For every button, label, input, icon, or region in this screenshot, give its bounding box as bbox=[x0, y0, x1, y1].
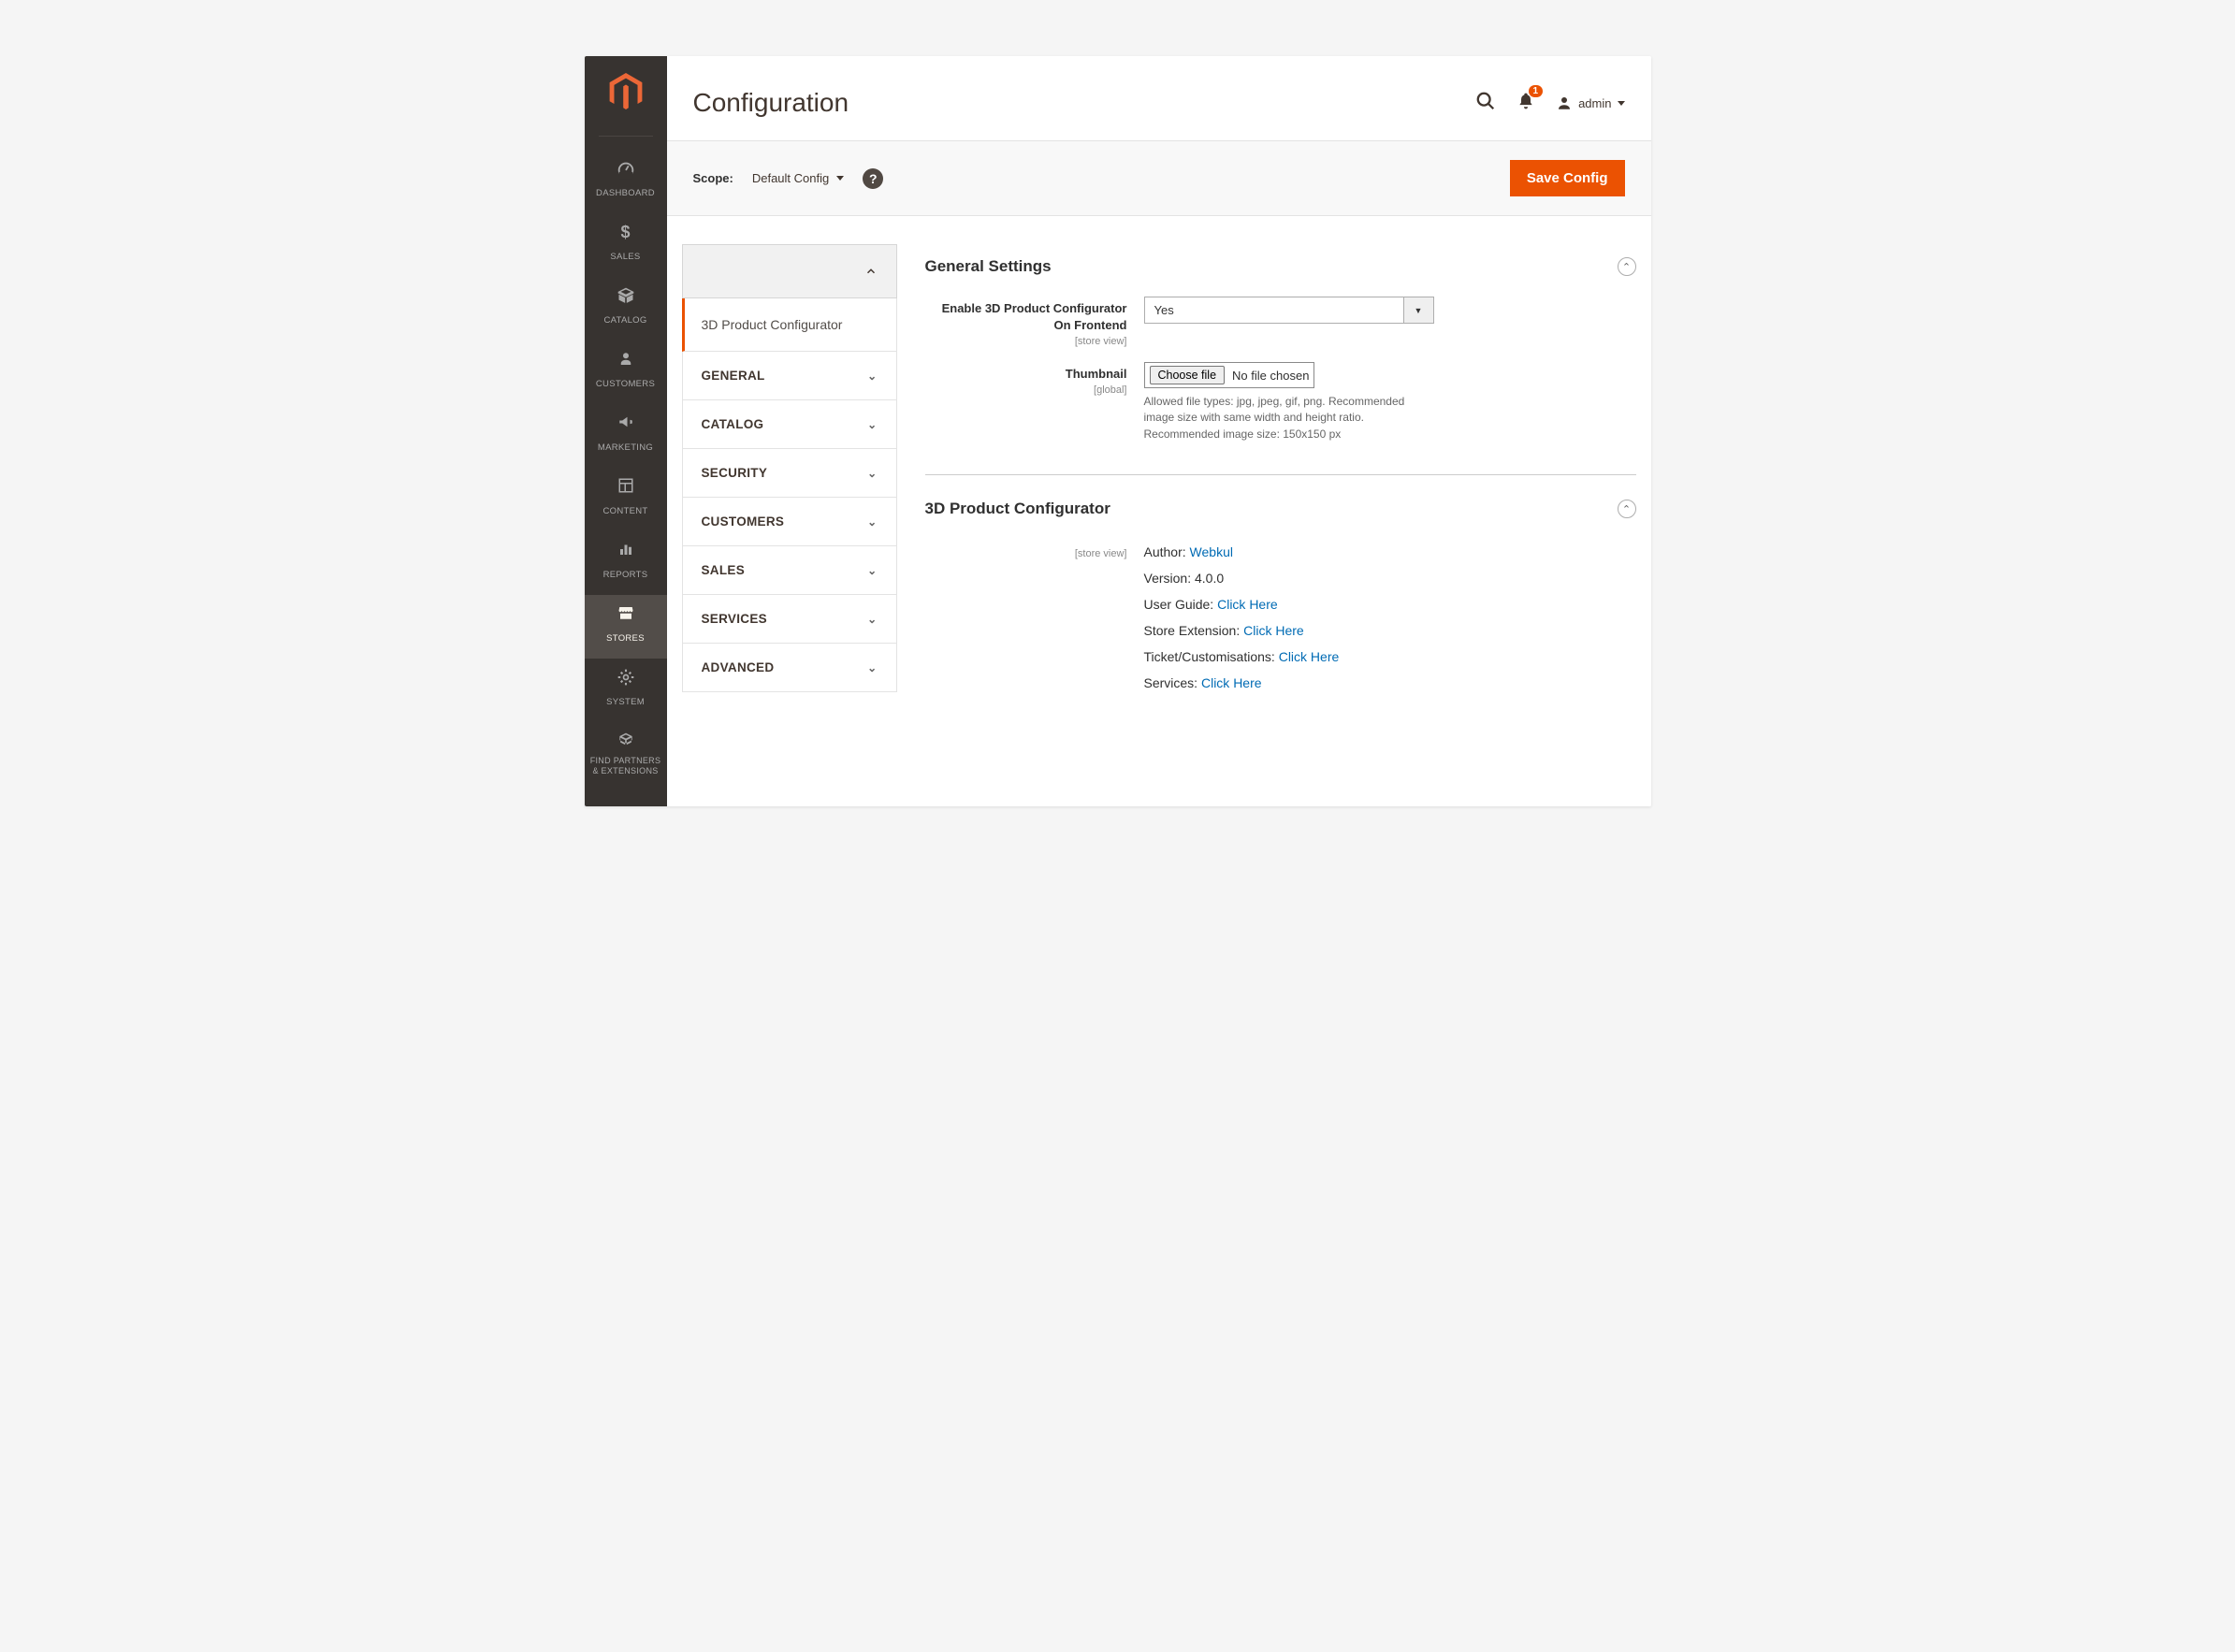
thumbnail-label: Thumbnail bbox=[1066, 367, 1127, 381]
gear-icon bbox=[585, 668, 667, 688]
sidebar-item-catalog[interactable]: CATALOG bbox=[585, 277, 667, 341]
enable-label: Enable 3D Product Configurator On Fronte… bbox=[942, 301, 1127, 332]
scope-note: [store view] bbox=[925, 548, 1127, 559]
config-nav-section-services[interactable]: SERVICES⌄ bbox=[682, 595, 897, 644]
sidebar-item-customers[interactable]: CUSTOMERS bbox=[585, 341, 667, 404]
user-menu[interactable]: admin bbox=[1556, 94, 1624, 111]
search-icon[interactable] bbox=[1475, 91, 1496, 116]
config-nav-section-customers[interactable]: CUSTOMERS⌄ bbox=[682, 498, 897, 546]
magento-logo[interactable] bbox=[609, 73, 643, 115]
version-value: 4.0.0 bbox=[1195, 571, 1224, 586]
author-link[interactable]: Webkul bbox=[1190, 544, 1233, 559]
ticket-label: Ticket/Customisations: bbox=[1144, 649, 1279, 664]
config-nav-section-security[interactable]: SECURITY⌄ bbox=[682, 449, 897, 498]
select-value: Yes bbox=[1144, 297, 1404, 324]
guide-label: User Guide: bbox=[1144, 597, 1218, 612]
sidebar-item-partners[interactable]: FIND PARTNERS & EXTENSIONS bbox=[585, 722, 667, 790]
dollar-icon: $ bbox=[585, 223, 667, 243]
sidebar-item-content[interactable]: CONTENT bbox=[585, 468, 667, 531]
chevron-down-icon: ⌄ bbox=[867, 515, 877, 529]
sidebar-item-label: SYSTEM bbox=[606, 697, 645, 707]
version-label: Version: bbox=[1144, 571, 1195, 586]
sidebar-item-label: CATALOG bbox=[603, 315, 646, 326]
sidebar-item-label: MARKETING bbox=[598, 442, 653, 453]
fieldset-product-config-header[interactable]: 3D Product Configurator ⌃ bbox=[925, 486, 1636, 531]
sidebar-item-system[interactable]: SYSTEM bbox=[585, 659, 667, 722]
config-nav-section-general[interactable]: GENERAL⌄ bbox=[682, 352, 897, 400]
config-nav-section-advanced[interactable]: ADVANCED⌄ bbox=[682, 644, 897, 692]
sidebar-item-label: STORES bbox=[606, 633, 645, 644]
sidebar-item-label: CONTENT bbox=[602, 506, 647, 516]
chevron-down-icon: ⌄ bbox=[867, 467, 877, 480]
store-extension-link[interactable]: Click Here bbox=[1243, 623, 1304, 638]
collapse-icon: ⌃ bbox=[1618, 500, 1636, 518]
megaphone-icon bbox=[585, 413, 667, 434]
scope-value: Default Config bbox=[752, 171, 829, 185]
services-link[interactable]: Click Here bbox=[1201, 675, 1262, 690]
dashboard-icon bbox=[585, 159, 667, 180]
sidebar-item-label: DASHBOARD bbox=[596, 188, 655, 198]
thumbnail-file-input[interactable]: Choose file No file chosen bbox=[1144, 362, 1315, 388]
sidebar-item-stores[interactable]: STORES bbox=[585, 595, 667, 659]
scope-note: [global] bbox=[925, 384, 1127, 396]
config-nav-section-sales[interactable]: SALES⌄ bbox=[682, 546, 897, 595]
sidebar-item-label: SALES bbox=[610, 252, 640, 262]
chevron-down-icon: ⌄ bbox=[867, 613, 877, 626]
config-nav-active-item[interactable]: 3D Product Configurator bbox=[682, 298, 897, 352]
store-icon bbox=[585, 604, 667, 625]
chevron-down-icon: ⌄ bbox=[867, 370, 877, 383]
scope-note: [store view] bbox=[925, 336, 1127, 347]
sidebar-item-reports[interactable]: REPORTS bbox=[585, 531, 667, 595]
scope-selector[interactable]: Default Config bbox=[752, 171, 844, 185]
layout-icon bbox=[585, 477, 667, 498]
chevron-down-icon: ⌄ bbox=[867, 418, 877, 431]
sidebar-item-label: REPORTS bbox=[603, 570, 648, 580]
sidebar-item-sales[interactable]: $ SALES bbox=[585, 213, 667, 277]
services-label: Services: bbox=[1144, 675, 1201, 690]
config-nav-collapse[interactable] bbox=[682, 244, 897, 298]
sidebar-item-label: CUSTOMERS bbox=[596, 379, 655, 389]
sidebar-item-label: FIND PARTNERS & EXTENSIONS bbox=[585, 756, 667, 776]
ext-label: Store Extension: bbox=[1144, 623, 1244, 638]
select-dropdown-button[interactable]: ▼ bbox=[1404, 297, 1434, 324]
admin-sidebar: DASHBOARD $ SALES CATALOG CUSTOMERS MARK… bbox=[585, 56, 667, 806]
enable-select[interactable]: Yes ▼ bbox=[1144, 297, 1434, 324]
scope-label: Scope: bbox=[693, 171, 733, 185]
chart-icon bbox=[585, 541, 667, 561]
config-nav-section-catalog[interactable]: CATALOG⌄ bbox=[682, 400, 897, 449]
help-icon[interactable]: ? bbox=[863, 168, 883, 189]
chevron-down-icon: ⌄ bbox=[867, 661, 877, 674]
collapse-icon: ⌃ bbox=[1618, 257, 1636, 276]
box-icon bbox=[585, 286, 667, 307]
ticket-link[interactable]: Click Here bbox=[1279, 649, 1340, 664]
notification-badge: 1 bbox=[1529, 85, 1544, 97]
user-icon bbox=[1556, 94, 1573, 111]
config-nav: 3D Product Configurator GENERAL⌄ CATALOG… bbox=[682, 244, 897, 692]
file-status: No file chosen bbox=[1232, 369, 1309, 383]
puzzle-icon bbox=[585, 732, 667, 752]
person-icon bbox=[585, 350, 667, 370]
page-title: Configuration bbox=[693, 88, 849, 118]
caret-down-icon bbox=[836, 176, 844, 181]
user-name: admin bbox=[1578, 96, 1611, 110]
thumbnail-hint: Allowed file types: jpg, jpeg, gif, png.… bbox=[1144, 394, 1434, 442]
user-guide-link[interactable]: Click Here bbox=[1217, 597, 1278, 612]
fieldset-title: 3D Product Configurator bbox=[925, 500, 1110, 518]
fieldset-general-settings-header[interactable]: General Settings ⌃ bbox=[925, 244, 1636, 289]
choose-file-button[interactable]: Choose file bbox=[1150, 366, 1226, 384]
chevron-up-icon bbox=[864, 265, 878, 278]
sidebar-item-marketing[interactable]: MARKETING bbox=[585, 404, 667, 468]
notifications-icon[interactable]: 1 bbox=[1517, 91, 1535, 116]
sidebar-item-dashboard[interactable]: DASHBOARD bbox=[585, 150, 667, 213]
chevron-down-icon: ⌄ bbox=[867, 564, 877, 577]
save-config-button[interactable]: Save Config bbox=[1510, 160, 1625, 196]
author-label: Author: bbox=[1144, 544, 1190, 559]
caret-down-icon bbox=[1618, 101, 1625, 106]
fieldset-title: General Settings bbox=[925, 257, 1052, 276]
